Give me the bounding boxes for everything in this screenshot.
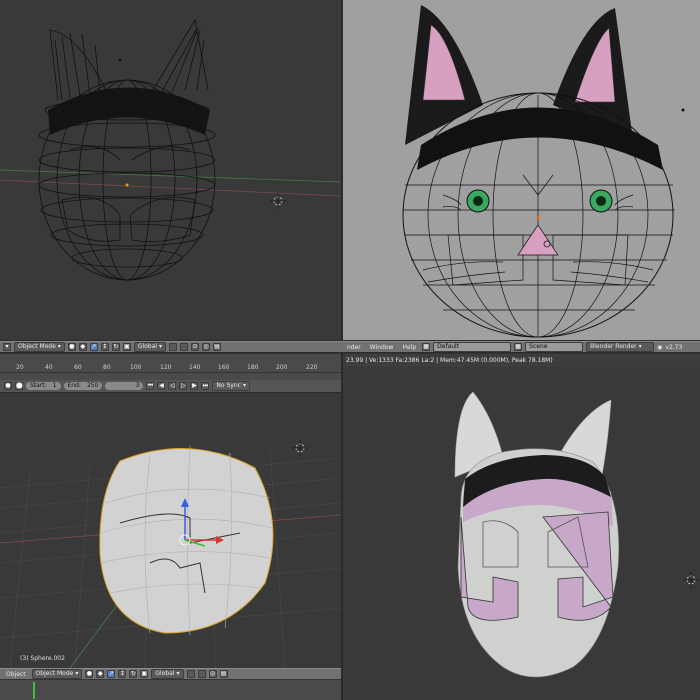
wireframe-cat-head [0, 18, 341, 281]
frame-marker [33, 682, 35, 699]
scale-icon[interactable]: ▣ [140, 670, 149, 678]
rotate-icon[interactable]: ↻ [111, 343, 120, 351]
play-icon[interactable]: ▷ [179, 382, 188, 390]
timeline-controls: ● ⬤ Start: 1 End: 250 3 ⏮ ◀ ◁ ▷ ▶ ⏭ No Syn… [0, 380, 341, 392]
render-icon[interactable]: ▤ [219, 670, 228, 678]
ruler-tick: 120 [160, 364, 172, 371]
layer-icon[interactable] [168, 343, 177, 351]
timeline-track[interactable] [0, 372, 341, 380]
ruler-tick: 20 [16, 364, 24, 371]
mode-selector[interactable]: Object Mode ▾ [14, 342, 65, 352]
ruler-tick: 140 [189, 364, 201, 371]
ruler-tick: 220 [306, 364, 318, 371]
blender-logo-icon: ◉ [657, 343, 663, 351]
viewport-bottom-left[interactable]: (3) Sphere.002 [0, 393, 341, 668]
menu-window[interactable]: Window [367, 344, 397, 351]
shading-icon[interactable]: ● [85, 670, 94, 678]
pivot-icon[interactable]: ◆ [96, 670, 105, 678]
timeline-header-spacer [0, 353, 341, 364]
jump-end-icon[interactable]: ⏭ [201, 382, 210, 390]
ruler-tick: 60 [74, 364, 82, 371]
solid-sphere-object [0, 440, 341, 668]
snap-icon[interactable]: ◎ [201, 343, 210, 351]
render-icon[interactable]: ▤ [212, 343, 221, 351]
mode-selector[interactable]: Object Mode ▾ [31, 669, 83, 679]
scene-selector[interactable]: Scene [525, 342, 584, 352]
ruler-tick: 100 [130, 364, 142, 371]
jump-start-icon[interactable]: ⏮ [146, 382, 155, 390]
next-key-icon[interactable]: ▶ [190, 382, 199, 390]
end-frame-field[interactable]: End: 250 [63, 382, 103, 390]
pivot-icon[interactable]: ◆ [78, 343, 87, 351]
front-view-cat-head [402, 5, 685, 338]
scale-icon[interactable]: ▣ [122, 343, 131, 351]
ruler-tick: 80 [103, 364, 111, 371]
textured-cat-head [454, 391, 699, 678]
3d-cursor-icon [292, 440, 308, 456]
scene-icon[interactable]: ▦ [514, 343, 523, 351]
layer-icon[interactable] [186, 670, 195, 678]
layout-selector[interactable]: Default [433, 342, 512, 352]
stats-bar: 23.99 | Ve:1333 Fa:2386 La:2 | Mem:47.45… [343, 353, 700, 367]
layer-icon[interactable] [197, 670, 206, 678]
manipulator-icon[interactable]: ↗ [89, 343, 98, 351]
menu-object[interactable]: Object [3, 671, 29, 678]
prev-key-icon[interactable]: ◀ [157, 382, 166, 390]
layer-icon[interactable] [179, 343, 188, 351]
3d-cursor-icon [270, 193, 286, 209]
render-engine-selector[interactable]: Blender Render ▾ [586, 342, 655, 352]
translate-icon[interactable]: ↕ [100, 343, 109, 351]
info-header-right: nder Window Help ▦ Default ▦ Scene Blend… [341, 341, 700, 352]
lock-icon[interactable]: ⊙ [190, 343, 199, 351]
ruler-tick: 160 [218, 364, 230, 371]
record-icon[interactable]: ● [4, 382, 12, 390]
translate-icon[interactable]: ↕ [118, 670, 127, 678]
shading-icon[interactable]: ● [67, 343, 76, 351]
active-object-label: (3) Sphere.002 [20, 655, 65, 662]
viewport-bottom-right[interactable] [343, 367, 700, 700]
viewport-header-left: ▾ Object Mode ▾ ● ◆ ↗ ↕ ↻ ▣ Global ▾ ⊙ ◎… [0, 341, 341, 352]
viewport-top-left[interactable] [0, 0, 341, 340]
orientation-selector[interactable]: Global ▾ [151, 669, 184, 679]
play-reverse-icon[interactable]: ◁ [168, 382, 177, 390]
timeline-ruler: 20 40 60 80 100 120 140 160 180 200 220 [0, 364, 341, 372]
screen-layout-icon[interactable]: ▦ [422, 343, 431, 351]
3d-cursor-icon [683, 572, 699, 588]
sync-selector[interactable]: No Sync ▾ [212, 381, 250, 391]
ruler-tick: 180 [247, 364, 259, 371]
keying-icon[interactable]: ⬤ [15, 382, 23, 390]
snap-icon[interactable]: ◎ [208, 670, 217, 678]
viewport-top-right[interactable] [343, 0, 700, 340]
view-menu-icon[interactable]: ▾ [3, 343, 11, 351]
version-label: v2.73 [665, 343, 683, 351]
scene-stats: 23.99 | Ve:1333 Fa:2386 La:2 | Mem:47.45… [346, 357, 553, 364]
rotate-icon[interactable]: ↻ [129, 670, 138, 678]
ruler-tick: 40 [45, 364, 53, 371]
current-frame-field[interactable]: 3 [105, 382, 144, 390]
viewport-footer-left: Object Object Mode ▾ ● ◆ ↗ ↕ ↻ ▣ Global … [0, 668, 341, 679]
manipulator-icon[interactable]: ↗ [107, 670, 116, 678]
menu-render[interactable]: nder [344, 344, 364, 351]
menu-help[interactable]: Help [399, 344, 419, 351]
start-frame-field[interactable]: Start: 1 [26, 382, 61, 390]
orientation-selector[interactable]: Global ▾ [133, 342, 166, 352]
ruler-tick: 200 [276, 364, 288, 371]
timeline-strip[interactable] [0, 679, 341, 700]
